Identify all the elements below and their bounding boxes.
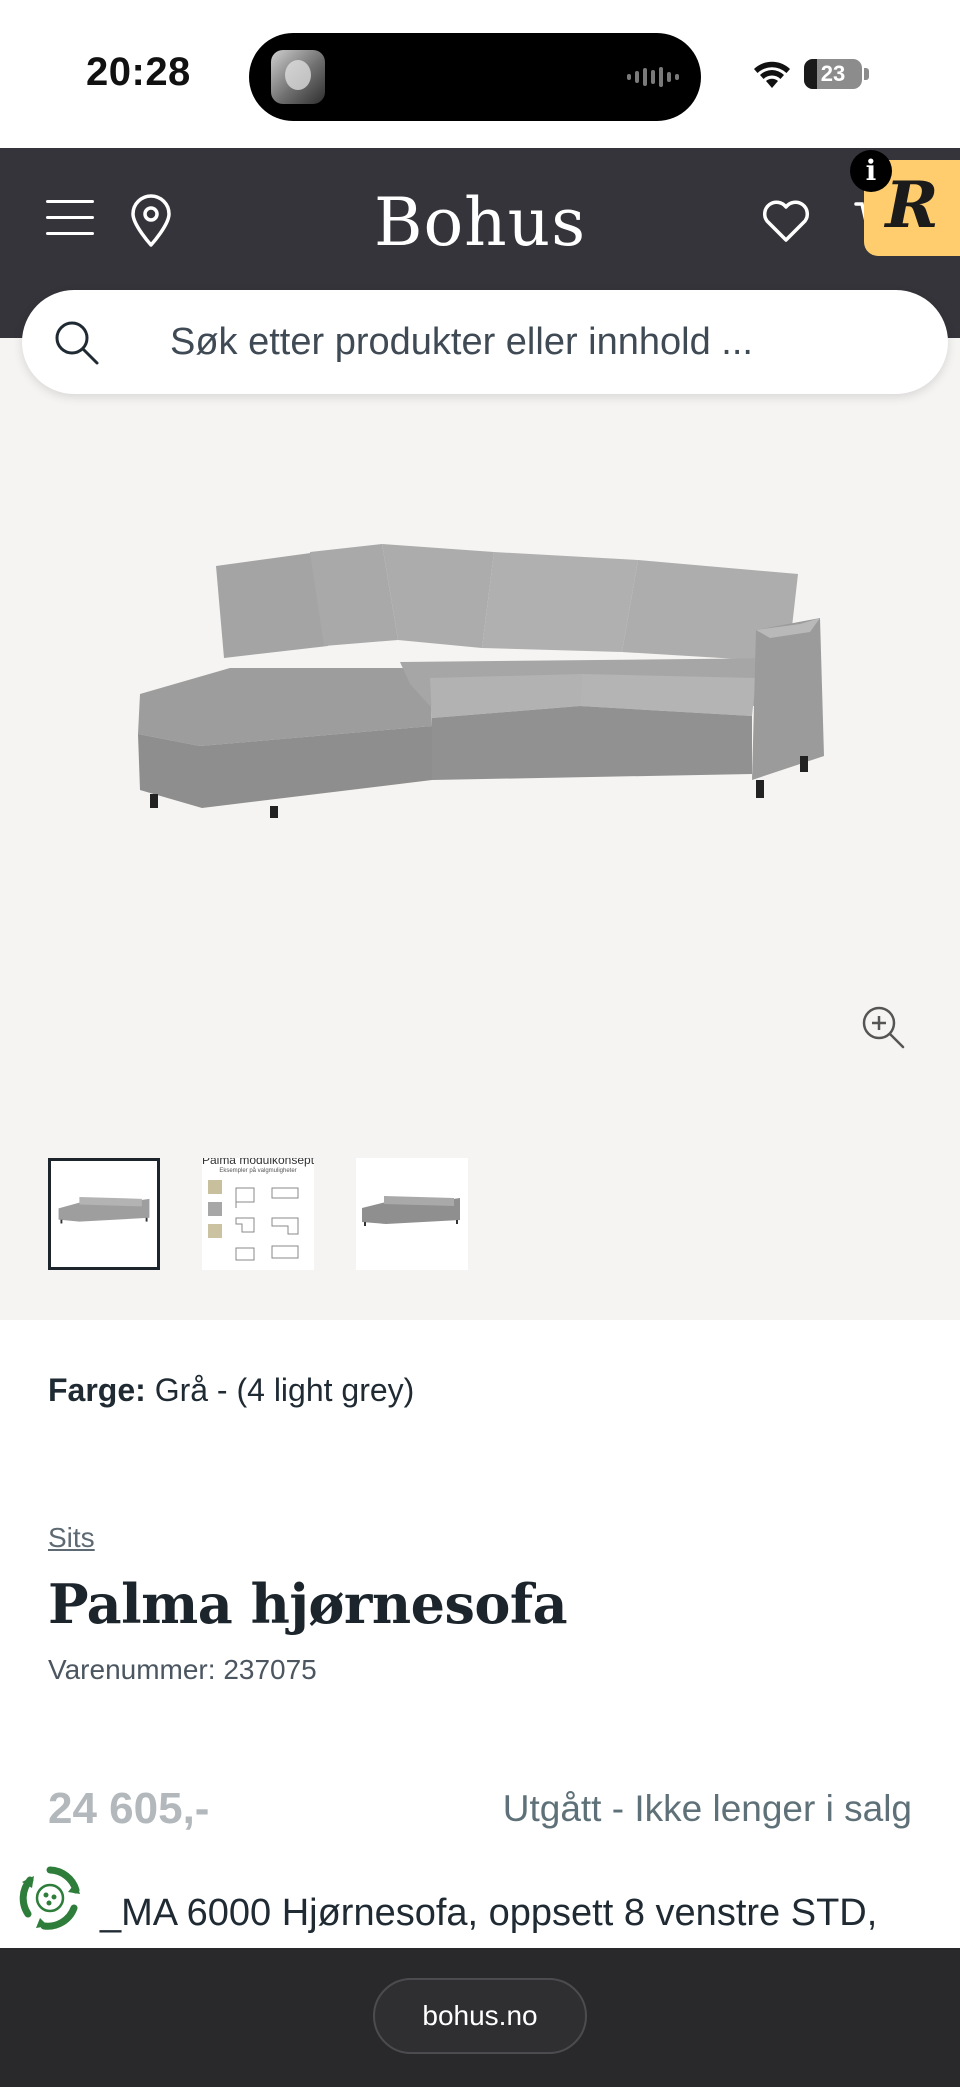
thumbnail-2-brochure[interactable]: Palma modulkonsept Eksempler på valgmuli… xyxy=(202,1153,315,1270)
url-field[interactable]: bohus.no xyxy=(373,1978,587,2054)
brochure-subheading: Eksempler på valgmuligheter xyxy=(219,1167,296,1174)
product-description: _MA 6000 Hjørnesofa, oppsett 8 venstre S… xyxy=(100,1892,878,1934)
search-input[interactable] xyxy=(170,316,910,368)
thumbnail-3[interactable] xyxy=(356,1158,468,1270)
dynamic-island[interactable] xyxy=(249,33,701,121)
product-main-image[interactable] xyxy=(120,528,840,818)
product-title: Palma hjørnesofa xyxy=(48,1572,568,1636)
bohus-logo[interactable]: Bohus xyxy=(0,184,960,261)
search-bar[interactable] xyxy=(22,290,948,394)
search-icon[interactable] xyxy=(52,318,100,366)
color-value: Grå - (4 light grey) xyxy=(154,1372,415,1408)
thumbnail-1[interactable] xyxy=(48,1158,160,1270)
battery-percentage: 23 xyxy=(820,61,846,86)
brochure-heading: Palma modulkonsept xyxy=(202,1158,314,1167)
color-selection: Farge: Grå - (4 light grey) xyxy=(48,1372,414,1409)
audio-waveform-icon xyxy=(627,67,679,87)
info-icon[interactable]: i xyxy=(850,150,892,192)
product-price: 24 605,- xyxy=(48,1784,210,1833)
battery-icon: 23 xyxy=(804,59,862,89)
sku-number: Varenummer: 237075 xyxy=(48,1654,317,1685)
zoom-in-icon[interactable] xyxy=(860,1004,906,1050)
status-time: 20:28 xyxy=(86,50,191,94)
category-link[interactable]: Sits xyxy=(48,1522,95,1554)
now-playing-artwork xyxy=(271,50,325,104)
recycle-icon[interactable] xyxy=(14,1862,86,1934)
status-bar: 20:28 23 xyxy=(0,0,960,148)
wifi-icon xyxy=(754,61,790,88)
availability-status: Utgått - Ikke lenger i salg xyxy=(502,1788,912,1829)
color-label: Farge: xyxy=(48,1372,146,1408)
browser-address-bar: bohus.no xyxy=(0,1948,960,2087)
product-gallery: Palma modulkonsept Eksempler på valgmuli… xyxy=(0,338,960,1320)
battery-cap xyxy=(864,68,869,80)
heart-icon[interactable] xyxy=(760,196,812,244)
